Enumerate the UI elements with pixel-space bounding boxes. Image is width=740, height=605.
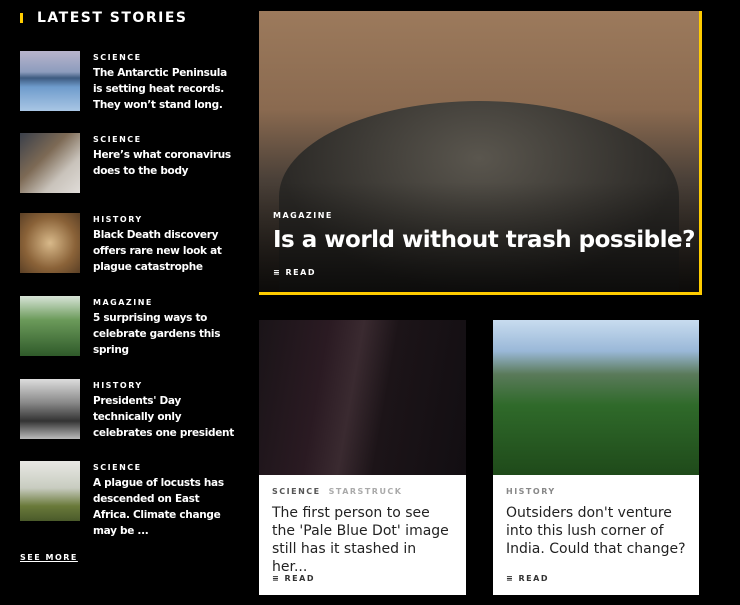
story-title[interactable]: 5 surprising ways to celebrate gardens t… <box>93 310 235 358</box>
story-title[interactable]: Here’s what coronavirus does to the body <box>93 147 235 179</box>
story-thumbnail[interactable] <box>20 296 80 356</box>
hero-read-link[interactable]: ≡ READ <box>273 268 316 277</box>
list-icon: ≡ <box>273 268 286 277</box>
story-item[interactable]: SCIENCE Here’s what coronavirus does to t… <box>20 133 235 193</box>
story-thumbnail[interactable] <box>20 213 80 273</box>
story-category: MAGAZINE <box>93 298 153 307</box>
story-title[interactable]: The Antarctic Peninsula is setting heat … <box>93 65 235 113</box>
read-label: READ <box>284 574 315 583</box>
card-image <box>259 320 466 475</box>
accent-bar <box>20 13 23 23</box>
story-title[interactable]: Black Death discovery offers rare new lo… <box>93 227 235 275</box>
section-title: LATEST STORIES <box>37 10 188 26</box>
story-thumbnail[interactable] <box>20 51 80 111</box>
story-card[interactable]: SCIENCE STARSTRUCK The first person to se… <box>259 320 466 595</box>
hero-category: MAGAZINE <box>273 211 333 220</box>
card-category: SCIENCE <box>272 487 321 496</box>
story-card[interactable]: HISTORY Outsiders don't venture into thi… <box>493 320 699 595</box>
story-item[interactable]: MAGAZINE 5 surprising ways to celebrate g… <box>20 296 235 358</box>
card-title[interactable]: The first person to see the 'Pale Blue D… <box>272 504 453 576</box>
latest-stories-header: LATEST STORIES <box>20 10 187 26</box>
story-category: SCIENCE <box>93 463 142 472</box>
story-thumbnail[interactable] <box>20 379 80 439</box>
story-category: SCIENCE <box>93 135 142 144</box>
hero-title[interactable]: Is a world without trash possible? <box>273 227 695 253</box>
card-read-link[interactable]: ≡ READ <box>272 574 315 583</box>
story-title[interactable]: Presidents' Day technically only celebra… <box>93 393 235 441</box>
card-image <box>493 320 699 475</box>
story-item[interactable]: HISTORY Presidents' Day technically only … <box>20 379 235 441</box>
card-read-link[interactable]: ≡ READ <box>506 574 549 583</box>
story-item[interactable]: SCIENCE A plague of locusts has descended… <box>20 461 235 539</box>
list-icon: ≡ <box>506 574 519 583</box>
card-category: HISTORY <box>506 487 556 496</box>
story-thumbnail[interactable] <box>20 133 80 193</box>
story-category: HISTORY <box>93 381 143 390</box>
story-category: SCIENCE <box>93 53 142 62</box>
story-category: HISTORY <box>93 215 143 224</box>
read-label: READ <box>518 574 549 583</box>
story-thumbnail[interactable] <box>20 461 80 521</box>
see-more-link[interactable]: SEE MORE <box>20 553 78 562</box>
card-subcategory[interactable]: STARSTRUCK <box>329 487 403 496</box>
hero-story[interactable]: MAGAZINE Is a world without trash possib… <box>259 11 702 295</box>
story-item[interactable]: SCIENCE The Antarctic Peninsula is settin… <box>20 51 235 113</box>
story-item[interactable]: HISTORY Black Death discovery offers rare… <box>20 213 235 275</box>
list-icon: ≡ <box>272 574 285 583</box>
card-title[interactable]: Outsiders don't venture into this lush c… <box>506 504 686 558</box>
story-title[interactable]: A plague of locusts has descended on Eas… <box>93 475 235 539</box>
read-label: READ <box>285 268 316 277</box>
